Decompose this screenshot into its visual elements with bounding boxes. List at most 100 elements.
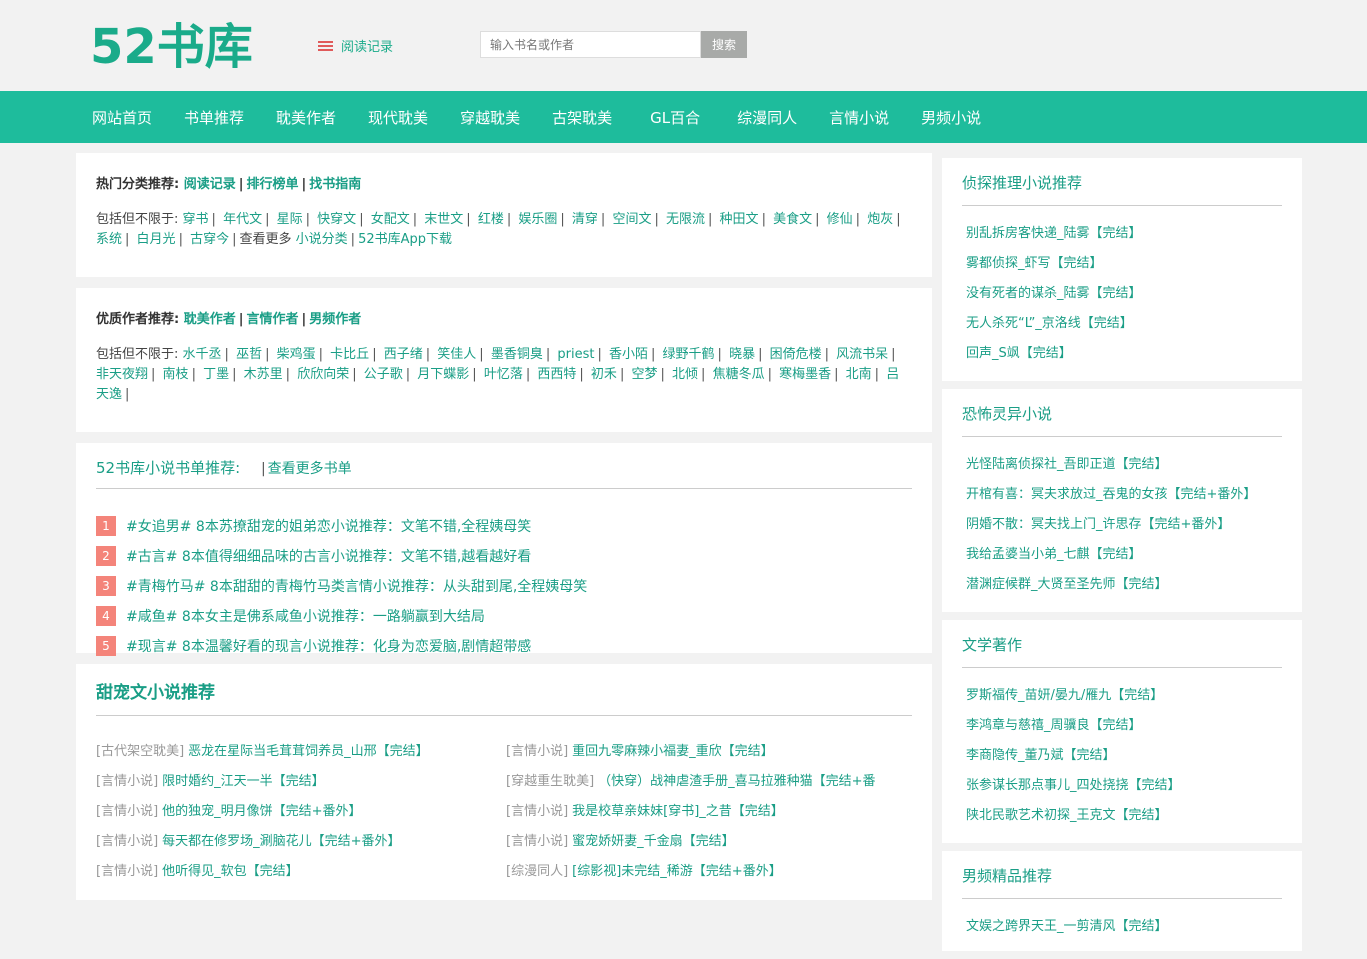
author-link[interactable]: 水千丞 bbox=[183, 347, 222, 362]
nav-modern-danmei[interactable]: 现代耽美 bbox=[368, 107, 428, 128]
author-link[interactable]: 非天夜翔 bbox=[96, 367, 148, 382]
author-link[interactable]: 北倾 bbox=[672, 367, 698, 382]
book-link[interactable]: 陕北民歌艺术初探_王克文【完结】 bbox=[966, 804, 1168, 823]
book-link[interactable]: 雾都侦探_虾写【完结】 bbox=[966, 252, 1103, 271]
link-danmei-authors[interactable]: 耽美作者 bbox=[184, 312, 236, 327]
more-booklists-link[interactable]: | 查看更多书单 bbox=[261, 461, 352, 477]
category-tag[interactable]: 快穿文 bbox=[317, 212, 356, 227]
category-tag[interactable]: 娱乐圈 bbox=[518, 212, 557, 227]
nav-fanfic[interactable]: 综漫同人 bbox=[737, 107, 797, 128]
book-link[interactable]: 回声_S飒【完结】 bbox=[966, 342, 1072, 361]
author-link[interactable]: 笑佳人 bbox=[437, 347, 476, 362]
nav-ancient-danmei[interactable]: 古架耽美 bbox=[552, 107, 612, 128]
book-link[interactable]: 李鸿章与慈禧_周骥良【完结】 bbox=[966, 714, 1142, 733]
author-link[interactable]: 香小陌 bbox=[609, 347, 648, 362]
booklist-link[interactable]: #青梅竹马# 8本甜甜的青梅竹马类言情小说推荐：从头甜到尾,全程姨母笑 bbox=[126, 576, 587, 596]
category-tag[interactable]: 星际 bbox=[277, 212, 303, 227]
category-tag[interactable]: 白月光 bbox=[137, 232, 176, 247]
book-link[interactable]: 限时婚约_江天一半【完结】 bbox=[162, 770, 325, 789]
author-link[interactable]: 焦糖冬瓜 bbox=[713, 367, 765, 382]
search-input[interactable] bbox=[480, 31, 701, 58]
book-link[interactable]: 开棺有喜：冥夫求放过_吞鬼的女孩【完结+番外】 bbox=[966, 483, 1256, 502]
category-tag[interactable]: 种田文 bbox=[720, 212, 759, 227]
link-male-authors[interactable]: 男频作者 bbox=[309, 312, 361, 327]
author-link[interactable]: 丁墨 bbox=[203, 367, 229, 382]
nav-romance[interactable]: 言情小说 bbox=[829, 107, 889, 128]
nav-gl[interactable]: GL百合 bbox=[650, 107, 700, 128]
category-tag[interactable]: 修仙 bbox=[827, 212, 853, 227]
category-tag[interactable]: 美食文 bbox=[773, 212, 812, 227]
book-link[interactable]: 无人杀死“L”_京洛线【完结】 bbox=[966, 312, 1133, 331]
search-button[interactable]: 搜索 bbox=[701, 31, 747, 58]
author-link[interactable]: 绿野千鹤 bbox=[663, 347, 715, 362]
book-link[interactable]: 别乱拆房客快递_陆雾【完结】 bbox=[966, 222, 1142, 241]
book-link[interactable]: 他的独宠_明月像饼【完结+番外】 bbox=[162, 800, 361, 819]
category-tag[interactable]: 末世文 bbox=[424, 212, 463, 227]
link-romance-authors[interactable]: 言情作者 bbox=[247, 312, 299, 327]
book-link[interactable]: 蜜宠娇妍妻_千金扇【完结】 bbox=[572, 830, 735, 849]
author-link[interactable]: 空梦 bbox=[631, 367, 657, 382]
booklist-link[interactable]: #咸鱼# 8本女主是佛系咸鱼小说推荐：一路躺赢到大结局 bbox=[126, 606, 485, 626]
booklist-link[interactable]: #女追男# 8本苏撩甜宠的姐弟恋小说推荐：文笔不错,全程姨母笑 bbox=[126, 516, 531, 536]
author-link[interactable]: 木苏里 bbox=[244, 367, 283, 382]
author-link[interactable]: 巫哲 bbox=[236, 347, 262, 362]
book-link[interactable]: （快穿）战神虐渣手册_喜马拉雅种猫【完结+番 bbox=[598, 770, 875, 789]
book-link[interactable]: 恶龙在星际当毛茸茸饲养员_山邢【完结】 bbox=[188, 740, 429, 759]
author-link[interactable]: 寒梅墨香 bbox=[779, 367, 831, 382]
category-tag[interactable]: 红楼 bbox=[478, 212, 504, 227]
author-link[interactable]: 柴鸡蛋 bbox=[277, 347, 316, 362]
author-link[interactable]: 困倚危楼 bbox=[770, 347, 822, 362]
category-tag[interactable]: 穿书 bbox=[183, 212, 209, 227]
author-link[interactable]: 北南 bbox=[846, 367, 872, 382]
book-link[interactable]: 罗斯福传_苗妍/晏九/雁九【完结】 bbox=[966, 684, 1163, 703]
book-link[interactable]: 重回九零麻辣小福妻_重欣【完结】 bbox=[572, 740, 774, 759]
book-link[interactable]: [综影视]未完结_稀游【完结+番外】 bbox=[572, 860, 782, 879]
author-link[interactable]: priest bbox=[557, 347, 594, 362]
category-tag[interactable]: 清穿 bbox=[572, 212, 598, 227]
category-tag[interactable]: 女配文 bbox=[371, 212, 410, 227]
book-link[interactable]: 潜渊症候群_大贤至圣先师【完结】 bbox=[966, 573, 1168, 592]
author-link[interactable]: 卡比丘 bbox=[330, 347, 369, 362]
author-link[interactable]: 西西特 bbox=[537, 367, 576, 382]
book-link[interactable]: 我是校草亲妹妹[穿书]_之昔【完结】 bbox=[572, 800, 784, 819]
category-tag[interactable]: 空间文 bbox=[612, 212, 651, 227]
booklist-link[interactable]: #现言# 8本温馨好看的现言小说推荐：化身为恋爱脑,剧情超带感 bbox=[126, 636, 531, 656]
link-reading-history[interactable]: 阅读记录 bbox=[184, 177, 236, 192]
book-link[interactable]: 文娱之跨界天王_一剪清风【完结】 bbox=[966, 915, 1168, 934]
book-link[interactable]: 李商隐传_董乃斌【完结】 bbox=[966, 744, 1116, 763]
nav-danmei-authors[interactable]: 耽美作者 bbox=[276, 107, 336, 128]
book-link[interactable]: 没有死者的谋杀_陆雾【完结】 bbox=[966, 282, 1142, 301]
nav-male-fiction[interactable]: 男频小说 bbox=[921, 107, 981, 128]
category-tag[interactable]: 炮灰 bbox=[867, 212, 893, 227]
link-novel-categories[interactable]: 小说分类 bbox=[296, 232, 348, 247]
author-link[interactable]: 墨香铜臭 bbox=[491, 347, 543, 362]
author-link[interactable]: 公子歌 bbox=[364, 367, 403, 382]
author-link[interactable]: 欣欣向荣 bbox=[297, 367, 349, 382]
book-link[interactable]: 阴婚不散：冥夫找上门_许思存【完结+番外】 bbox=[966, 513, 1230, 532]
author-link[interactable]: 初禾 bbox=[591, 367, 617, 382]
book-link[interactable]: 他听得见_软包【完结】 bbox=[162, 860, 299, 879]
book-link[interactable]: 张参谋长那点事儿_四处挠挠【完结】 bbox=[966, 774, 1181, 793]
nav-time-travel-danmei[interactable]: 穿越耽美 bbox=[460, 107, 520, 128]
book-link[interactable]: 我给孟婆当小弟_七麒【完结】 bbox=[966, 543, 1142, 562]
link-app-download[interactable]: 52书库App下载 bbox=[358, 232, 452, 247]
nav-home[interactable]: 网站首页 bbox=[92, 107, 152, 128]
site-logo[interactable]: 52书库 bbox=[90, 18, 253, 76]
link-guide[interactable]: 找书指南 bbox=[309, 177, 361, 192]
nav-booklist[interactable]: 书单推荐 bbox=[184, 107, 244, 128]
category-tag[interactable]: 年代文 bbox=[223, 212, 262, 227]
author-link[interactable]: 西子绪 bbox=[384, 347, 423, 362]
book-link[interactable]: 光怪陆离侦探社_吾即正道【完结】 bbox=[966, 453, 1168, 472]
category-tag[interactable]: 系统 bbox=[96, 232, 122, 247]
author-link[interactable]: 南枝 bbox=[163, 367, 189, 382]
author-link[interactable]: 晓暴 bbox=[729, 347, 755, 362]
category-tag[interactable]: 无限流 bbox=[666, 212, 705, 227]
book-link[interactable]: 每天都在修罗场_涮脑花儿【完结+番外】 bbox=[162, 830, 400, 849]
category-tag[interactable]: 古穿今 bbox=[190, 232, 229, 247]
link-rankings[interactable]: 排行榜单 bbox=[247, 177, 299, 192]
booklist-link[interactable]: #古言# 8本值得细细品味的古言小说推荐：文笔不错,越看越好看 bbox=[126, 546, 531, 566]
author-link[interactable]: 月下蝶影 bbox=[417, 367, 469, 382]
author-link[interactable]: 风流书呆 bbox=[836, 347, 888, 362]
author-link[interactable]: 叶忆落 bbox=[484, 367, 523, 382]
reading-history-link[interactable]: 阅读记录 bbox=[318, 36, 393, 55]
